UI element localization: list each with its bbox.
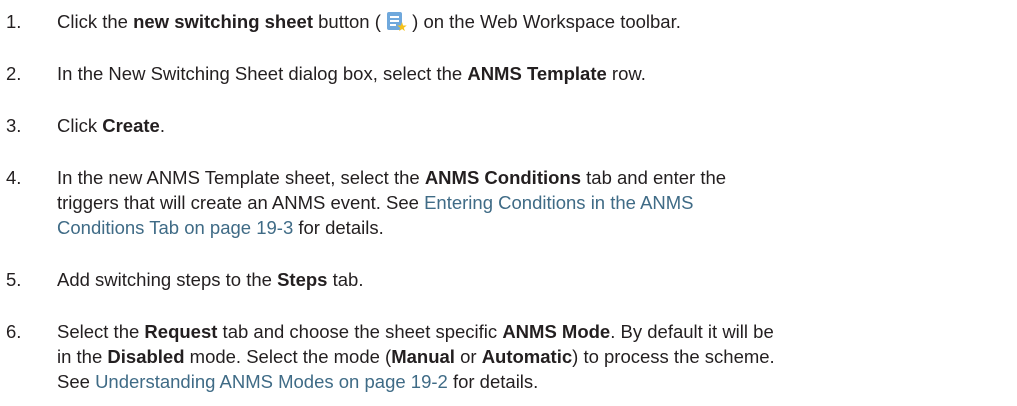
- step-line: Conditions Tab on page 19-3 for details.: [57, 217, 384, 238]
- step-line: In the new ANMS Template sheet, select t…: [57, 167, 727, 188]
- cross-reference-link[interactable]: Understanding ANMS Modes on page 19-2: [95, 371, 448, 392]
- step-text: Click Create.: [57, 115, 165, 136]
- step-text: In the New Switching Sheet dialog box, s…: [57, 63, 646, 84]
- step-number: 1.: [6, 11, 22, 32]
- step-number: 2.: [6, 63, 22, 84]
- step-line: Select the Request tab and choose the sh…: [57, 321, 774, 342]
- new-switching-sheet-icon: [386, 12, 407, 32]
- step-text: Select the Request tab and choose the sh…: [57, 319, 1007, 394]
- ui-term: Disabled: [107, 346, 185, 367]
- step-number: 3.: [6, 115, 22, 136]
- step-number: 5.: [6, 269, 22, 290]
- ui-term: Request: [144, 321, 218, 342]
- ui-term: new switching sheet: [133, 11, 313, 32]
- step-number: 4.: [6, 167, 22, 188]
- ui-term: Automatic: [481, 346, 573, 367]
- ui-term: Manual: [391, 346, 455, 367]
- step-text: Click the new switching sheet button ( )…: [57, 11, 681, 32]
- step-number: 6.: [6, 321, 22, 342]
- step-text: In the new ANMS Template sheet, select t…: [57, 165, 1007, 240]
- cross-reference-link[interactable]: Entering Conditions in the ANMS: [424, 192, 693, 213]
- ui-term: ANMS Template: [467, 63, 607, 84]
- ui-term: Steps: [277, 269, 328, 290]
- step-line: in the Disabled mode. Select the mode (M…: [57, 346, 775, 367]
- ui-term: ANMS Conditions: [424, 167, 582, 188]
- step-line: triggers that will create an ANMS event.…: [57, 192, 694, 213]
- ui-term: ANMS Mode: [502, 321, 611, 342]
- step-text: Add switching steps to the Steps tab.: [57, 269, 364, 290]
- step-line: See Understanding ANMS Modes on page 19-…: [57, 371, 539, 392]
- cross-reference-link[interactable]: Conditions Tab on page 19-3: [57, 217, 293, 238]
- ui-term: Create: [102, 115, 160, 136]
